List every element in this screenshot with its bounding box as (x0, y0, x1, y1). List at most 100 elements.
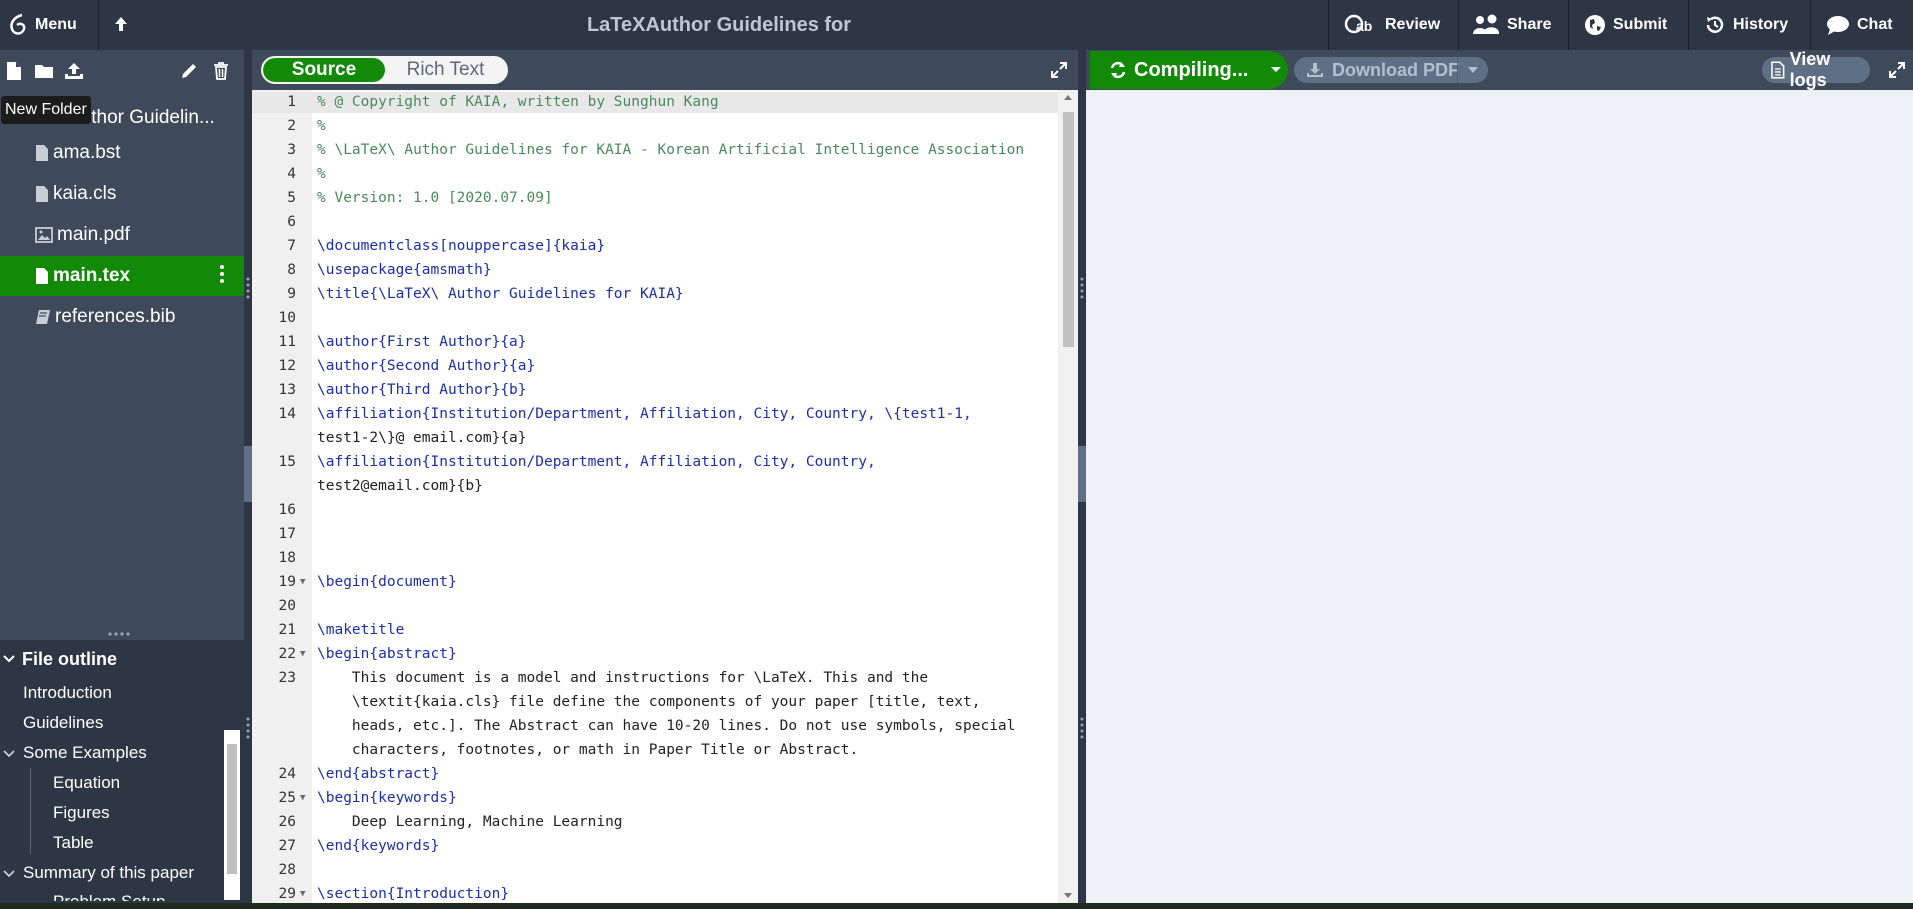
pdf-resize-handle[interactable] (1078, 50, 1086, 909)
fold-arrow-icon[interactable]: ▼ (300, 570, 305, 594)
upload-icon[interactable] (63, 60, 85, 82)
history-button[interactable]: History (1704, 0, 1788, 50)
share-icon (1473, 14, 1500, 34)
line-number: 28 (278, 862, 296, 878)
pdf-preview[interactable] (1086, 90, 1913, 903)
code-line: % Version: 1.0 [2020.07.09] (317, 190, 553, 206)
editor-mode-toggle[interactable]: Source Rich Text (261, 56, 508, 84)
history-icon (1706, 16, 1724, 33)
chat-button[interactable]: Chat (1826, 0, 1893, 50)
line-number: 3 (287, 142, 296, 158)
line-number: 18 (278, 550, 296, 566)
chevron-down-icon[interactable] (2, 749, 16, 759)
line-number: 14 (278, 406, 296, 422)
file-icon (36, 186, 48, 202)
line-number: 1 (287, 94, 296, 110)
trash-icon[interactable] (210, 60, 232, 82)
recompile-button[interactable]: Compiling... (1090, 51, 1288, 89)
pencil-icon[interactable] (178, 60, 200, 82)
line-number: 24 (278, 766, 296, 782)
outline-item-summary[interactable]: Summary of this paper (23, 863, 194, 883)
new-folder-tooltip: New Folder (1, 96, 91, 124)
file-item-references-bib[interactable]: references.bib (0, 297, 244, 337)
code-editor[interactable]: 1 % @ Copyright of KAIA, written by Sungh… (252, 90, 1078, 903)
editor-scroll-thumb[interactable] (1063, 112, 1074, 347)
code-line: \usepackage{amsmath} (317, 262, 492, 278)
outline-item-equation[interactable]: Equation (53, 773, 120, 793)
file-item-main-pdf[interactable]: main.pdf (0, 215, 244, 255)
kebab-icon[interactable] (220, 265, 224, 285)
line-number: 5 (287, 190, 296, 206)
outline-item-guidelines[interactable]: Guidelines (23, 713, 103, 733)
code-line: \begin{abstract} (317, 646, 457, 662)
file-name: references.bib (55, 306, 176, 327)
panel-resize-handle[interactable] (107, 631, 131, 637)
file-item-ama-bst[interactable]: ama.bst (0, 133, 244, 173)
file-outline-panel: File outline Introduction Guidelines Som… (0, 640, 244, 909)
file-item-kaia-cls[interactable]: kaia.cls (0, 174, 244, 214)
code-line: \end{keywords} (317, 838, 440, 854)
line-number: 2 (287, 118, 296, 134)
outline-scrollbar[interactable] (224, 730, 240, 900)
overleaf-logo-icon (10, 13, 26, 35)
line-number: 12 (278, 358, 296, 374)
book-icon (36, 310, 50, 324)
expand-icon[interactable] (1888, 61, 1906, 79)
line-number: 21 (278, 622, 296, 638)
outline-item-problem-setup[interactable]: Problem Setup (53, 892, 165, 901)
file-outline-header[interactable]: File outline (0, 640, 244, 678)
code-line: \documentclass[nouppercase]{kaia} (317, 238, 606, 254)
file-tree-toolbar (0, 50, 244, 90)
refresh-icon (1110, 61, 1126, 79)
editor-scrollbar[interactable] (1058, 90, 1078, 903)
new-folder-icon[interactable] (33, 60, 55, 82)
file-tree-panel: New Folder Author Guidelin... ama.bst ka… (0, 50, 244, 909)
project-title[interactable]: LaTeXAuthor Guidelines for KAIA (569, 0, 869, 86)
outline-item-figures[interactable]: Figures (53, 803, 110, 823)
outline-item-introduction[interactable]: Introduction (23, 683, 112, 703)
line-number: 15 (278, 454, 296, 470)
rich-text-mode-button[interactable]: Rich Text (385, 58, 506, 82)
code-line: \title{\LaTeX\ Author Guidelines for KAI… (317, 286, 684, 302)
file-item-main-tex[interactable]: main.tex (0, 256, 244, 296)
submit-label: Submit (1613, 16, 1668, 33)
share-button[interactable]: Share (1472, 0, 1551, 50)
file-icon (36, 268, 48, 284)
back-to-projects-button[interactable] (112, 0, 137, 50)
file-text-icon (1771, 61, 1785, 79)
view-logs-button[interactable]: View logs (1762, 49, 1870, 90)
outline-item-table[interactable]: Table (53, 833, 94, 853)
menu-button[interactable]: Menu (8, 0, 77, 50)
code-line: % @ Copyright of KAIA, written by Sunghu… (317, 94, 719, 110)
code-line: \affiliation{Institution/Department, Aff… (317, 406, 972, 422)
code-line: \author{Second Author}{a} (317, 358, 536, 374)
code-line: \textit{kaia.cls} file define the compon… (317, 694, 981, 710)
source-mode-button[interactable]: Source (263, 58, 385, 82)
outline-item-some-examples[interactable]: Some Examples (23, 743, 147, 763)
download-pdf-button[interactable]: Download PDF (1294, 57, 1488, 83)
submit-button[interactable]: Submit (1584, 0, 1667, 50)
line-number: 4 (287, 166, 296, 182)
chevron-down-icon[interactable] (2, 869, 16, 879)
chevron-down-icon[interactable] (1468, 67, 1478, 73)
line-number: 16 (278, 502, 296, 518)
line-number: 27 (278, 838, 296, 854)
code-line: test2@email.com}{b} (317, 478, 483, 494)
file-outline-title: File outline (22, 648, 118, 669)
fold-arrow-icon[interactable]: ▼ (300, 786, 305, 810)
review-button[interactable]: ab Review (1344, 0, 1440, 50)
chevron-down-icon[interactable] (1270, 66, 1282, 74)
top-navbar: Menu LaTeXAuthor Guidelines for KAIA ab … (0, 0, 1913, 86)
fold-arrow-icon[interactable]: ▼ (300, 642, 305, 666)
review-icon: ab (1344, 14, 1372, 34)
fold-arrow-icon[interactable]: ▼ (300, 882, 305, 903)
code-line: \author{Third Author}{b} (317, 382, 527, 398)
code-line: characters, footnotes, or math in Paper … (317, 742, 859, 758)
expand-icon[interactable] (1050, 61, 1068, 79)
code-line: This document is a model and instruction… (317, 670, 929, 686)
menu-label: Menu (35, 16, 77, 33)
code-line: % \LaTeX\ Author Guidelines for KAIA - K… (317, 142, 1025, 158)
sidebar-resize-handle[interactable] (244, 50, 252, 909)
file-name: kaia.cls (53, 183, 117, 204)
new-file-icon[interactable] (3, 60, 25, 82)
